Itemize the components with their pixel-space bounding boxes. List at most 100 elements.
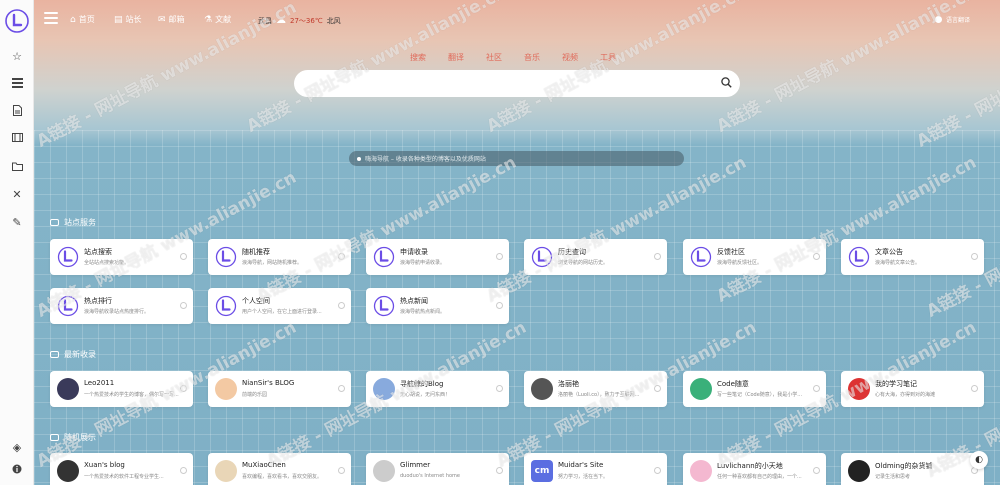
card-title: Code随意 bbox=[717, 380, 749, 388]
card-desc: 努力学习，活在当下。 bbox=[558, 474, 609, 480]
info-icon[interactable] bbox=[338, 385, 345, 392]
search-input[interactable] bbox=[294, 70, 740, 97]
tag-icon bbox=[50, 351, 59, 358]
tab-community[interactable]: 社区 bbox=[486, 52, 502, 63]
site-card[interactable]: Glimmer duoduo's Internet home bbox=[366, 453, 509, 485]
info-icon[interactable] bbox=[654, 467, 661, 474]
info-icon[interactable] bbox=[496, 467, 503, 474]
tab-translate[interactable]: 翻译 bbox=[448, 52, 464, 63]
site-card[interactable]: 随机推荐 浪海导航，网站随机推荐。 bbox=[208, 239, 351, 275]
info-icon[interactable] bbox=[180, 302, 187, 309]
bullet-icon bbox=[357, 156, 361, 161]
nav-mail[interactable]: ✉ 邮箱 bbox=[158, 14, 185, 25]
pen-icon[interactable]: ✎ bbox=[8, 213, 26, 231]
info-icon[interactable] bbox=[496, 302, 503, 309]
tools-icon[interactable]: ✕ bbox=[8, 185, 26, 203]
avatar bbox=[57, 460, 79, 482]
info-icon[interactable] bbox=[654, 253, 661, 260]
section-title-random: 随机展示 bbox=[50, 432, 96, 443]
card-title: 个人空间 bbox=[242, 297, 270, 305]
site-card[interactable]: Leo2011 一个热爱技术的学生的博客，偶尔写一写... bbox=[50, 371, 193, 407]
info-icon[interactable] bbox=[654, 385, 661, 392]
avatar: cm bbox=[531, 460, 553, 482]
film-icon[interactable] bbox=[8, 128, 26, 146]
tab-music[interactable]: 音乐 bbox=[524, 52, 540, 63]
info-icon[interactable] bbox=[338, 302, 345, 309]
card-desc: 一个热爱技术的软件工程专业学生... bbox=[84, 474, 164, 480]
info-icon[interactable] bbox=[8, 460, 26, 478]
card-desc: 任何一种喜欢都有自己的理由，一个... bbox=[717, 474, 802, 480]
nav-literature[interactable]: ⚗ 文献 bbox=[204, 14, 231, 25]
card-desc: 用户个人空间，在它上面进行登录... bbox=[242, 309, 322, 315]
dark-mode-toggle[interactable]: ◐ bbox=[970, 451, 988, 469]
info-icon[interactable] bbox=[338, 253, 345, 260]
star-icon[interactable]: ☆ bbox=[8, 47, 26, 65]
card-title: 热点新闻 bbox=[400, 297, 428, 305]
site-card[interactable]: 反馈社区 浪海导航反馈社区。 bbox=[683, 239, 826, 275]
info-icon[interactable] bbox=[180, 385, 187, 392]
card-title: 洛丽艳 bbox=[558, 380, 579, 388]
weather-wind: 北风 bbox=[326, 16, 341, 25]
notice-bar[interactable]: 嗨海导航 – 收录各种类型的博客以及优质网站 bbox=[349, 151, 684, 166]
site-logo-icon bbox=[215, 246, 237, 268]
info-icon[interactable] bbox=[496, 385, 503, 392]
site-card[interactable]: Oldming的杂货铺 记录生活和思考 bbox=[841, 453, 984, 485]
site-logo-icon[interactable] bbox=[5, 8, 29, 34]
tab-search[interactable]: 搜索 bbox=[410, 52, 426, 63]
search-icon[interactable] bbox=[721, 77, 732, 88]
language-switch[interactable]: 语言翻译 bbox=[934, 15, 970, 24]
site-card[interactable]: 寻舷鲸的Blog 无心胡说，无问东西！ bbox=[366, 371, 509, 407]
tab-video[interactable]: 视频 bbox=[562, 52, 578, 63]
card-title: Muidar's Site bbox=[558, 461, 604, 469]
folder-icon[interactable] bbox=[8, 157, 26, 175]
nav-webmaster[interactable]: ▤ 站长 bbox=[114, 14, 142, 25]
site-logo-icon bbox=[531, 246, 553, 268]
info-icon[interactable] bbox=[813, 385, 820, 392]
info-icon[interactable] bbox=[971, 253, 978, 260]
site-card[interactable]: Luvlichann的小天地任何一种喜欢都有自己的理由，一个... bbox=[683, 453, 826, 485]
card-desc: 浪海导航收录站点热度排行。 bbox=[84, 309, 150, 315]
info-icon[interactable] bbox=[813, 253, 820, 260]
card-title: 热点排行 bbox=[84, 297, 112, 305]
card-title: 历史查询 bbox=[558, 248, 586, 256]
info-icon[interactable] bbox=[971, 385, 978, 392]
site-card[interactable]: 历史查询浏览导航的网站历史。 bbox=[524, 239, 667, 275]
card-desc: 浪海导航热点新闻。 bbox=[400, 309, 446, 315]
document-icon[interactable] bbox=[8, 101, 26, 119]
site-card[interactable]: NianSir's BLOG 前端的乐园 bbox=[208, 371, 351, 407]
book-icon: ▤ bbox=[114, 14, 123, 25]
site-card[interactable]: 热点新闻浪海导航热点新闻。 bbox=[366, 288, 509, 324]
site-card[interactable]: 我的学习笔记 心有大海，亦得到对的海滩 bbox=[841, 371, 984, 407]
avatar bbox=[373, 378, 395, 400]
site-card[interactable]: Xuan's blog 一个热爱技术的软件工程专业学生... bbox=[50, 453, 193, 485]
card-desc: 浏览导航的网站历史。 bbox=[558, 260, 609, 266]
list-icon[interactable] bbox=[8, 74, 26, 92]
site-card[interactable]: 申请收录 浪海导航申请收录。 bbox=[366, 239, 509, 275]
info-icon[interactable] bbox=[180, 253, 187, 260]
info-icon[interactable] bbox=[496, 253, 503, 260]
site-card[interactable]: MuXiaoChen 喜欢编程，喜欢看书，喜欢交朋友。 bbox=[208, 453, 351, 485]
card-title: Luvlichann的小天地 bbox=[717, 462, 783, 470]
site-card[interactable]: 热点排行浪海导航收录站点热度排行。 bbox=[50, 288, 193, 324]
nav-home[interactable]: ⌂ 首页 bbox=[70, 14, 95, 25]
menu-icon[interactable] bbox=[44, 12, 58, 24]
info-icon[interactable] bbox=[813, 467, 820, 474]
site-card[interactable]: 洛丽艳 洛丽艳（Luoli.co），致力于互联网... bbox=[524, 371, 667, 407]
theme-icon[interactable]: ◈ bbox=[8, 438, 26, 456]
info-icon[interactable] bbox=[180, 467, 187, 474]
cloud-icon: ☁ bbox=[276, 15, 286, 26]
card-desc: 全站站点搜索功能。 bbox=[84, 260, 130, 266]
site-logo-icon bbox=[57, 246, 79, 268]
site-card[interactable]: 文章公告 浪海导航文章公告。 bbox=[841, 239, 984, 275]
info-icon[interactable] bbox=[338, 467, 345, 474]
weather-widget: 武昌 ☁ 27～36℃ 北风 bbox=[258, 15, 341, 26]
site-card[interactable]: Code随意 写一些笔记（Code随意），我是小学... bbox=[683, 371, 826, 407]
avatar bbox=[690, 460, 712, 482]
site-card[interactable]: cm Muidar's Site 努力学习，活在当下。 bbox=[524, 453, 667, 485]
site-card[interactable]: 个人空间用户个人空间，在它上面进行登录... bbox=[208, 288, 351, 324]
tab-tools[interactable]: 工具 bbox=[600, 52, 616, 63]
card-desc: duoduo's Internet home bbox=[400, 473, 460, 479]
site-card[interactable]: 站点搜索 全站站点搜索功能。 bbox=[50, 239, 193, 275]
tag-icon bbox=[50, 219, 59, 226]
card-desc: 浪海导航文章公告。 bbox=[875, 260, 921, 266]
